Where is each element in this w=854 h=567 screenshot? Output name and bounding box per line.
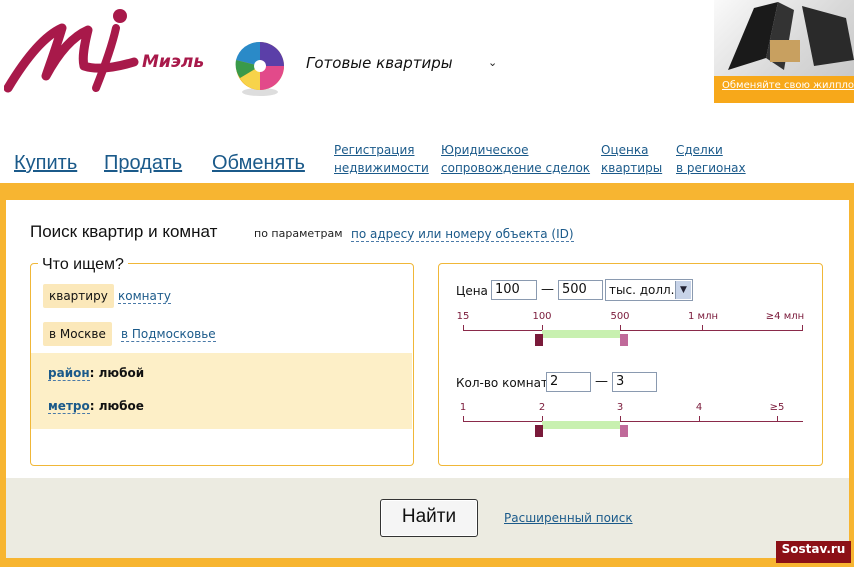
chevron-down-icon[interactable]: ▼	[675, 281, 691, 299]
rooms-tick	[699, 416, 700, 422]
rooms-scale-label: 3	[616, 402, 624, 413]
nav-buy[interactable]: Купить	[14, 152, 77, 175]
price-unit-value: тыс. долл.	[609, 283, 675, 297]
price-scale-label: 15	[456, 311, 470, 322]
watermark-logo: Sostav.ru	[776, 541, 851, 563]
location-option-moscow[interactable]: в Москве	[43, 322, 112, 346]
promo-link[interactable]: Обменяйте свою жилплощадь	[722, 80, 854, 91]
price-from-input[interactable]: 100	[491, 280, 537, 300]
mizel-logo-icon[interactable]	[4, 6, 140, 98]
nav-exchange[interactable]: Обменять	[212, 152, 305, 175]
metro-key[interactable]: метро	[48, 399, 90, 414]
nav-regions-line1: Сделки	[676, 143, 723, 157]
box-illustration-icon	[728, 2, 854, 70]
district-metro-area	[31, 353, 412, 429]
search-mode-params: по параметрам	[254, 227, 343, 240]
price-unit-select[interactable]: тыс. долл. ▼	[605, 279, 693, 301]
price-label: Цена	[456, 284, 488, 298]
promo-banner[interactable]: Обменяйте свою жилплощадь	[714, 0, 854, 103]
search-title: Поиск квартир и комнат	[30, 222, 218, 241]
price-scale-label: 1 млн	[687, 311, 719, 322]
location-option-region[interactable]: в Подмосковье	[121, 327, 216, 342]
metro-filter[interactable]: метро: любое	[48, 399, 144, 414]
nav-regions[interactable]: Сделки в регионах	[676, 141, 746, 177]
price-tick	[802, 325, 803, 331]
rooms-scale-label: 4	[695, 402, 703, 413]
price-scale-label: 500	[610, 311, 630, 322]
nav-valuation-line1: Оценка	[601, 143, 649, 157]
disc-icon	[235, 41, 284, 96]
rooms-slider-track[interactable]	[463, 421, 803, 422]
chevron-down-icon[interactable]: ⌄	[488, 56, 497, 69]
nav-valuation-line2: квартиры	[601, 161, 663, 175]
product-title[interactable]: Готовые квартиры	[306, 54, 453, 72]
price-tick	[620, 325, 621, 331]
price-tick	[702, 325, 703, 331]
price-slider-track[interactable]	[463, 330, 803, 331]
district-key[interactable]: район	[48, 366, 90, 381]
rooms-tick	[620, 416, 621, 422]
type-option-room[interactable]: комнату	[118, 289, 171, 304]
rooms-max-handle[interactable]	[620, 425, 628, 437]
nav-registration[interactable]: Регистрация недвижимости	[334, 141, 429, 177]
rooms-scale-label: ≥5	[769, 402, 785, 413]
rooms-label: Кол-во комнат	[456, 376, 548, 390]
brand-name: Миэль	[142, 52, 205, 72]
rooms-dash: —	[595, 374, 608, 389]
price-tick	[463, 325, 464, 331]
nav-legal-line1: Юридическое	[441, 143, 529, 157]
rooms-scale-label: 2	[538, 402, 546, 413]
price-dash: —	[541, 282, 554, 297]
district-filter[interactable]: район: любой	[48, 366, 145, 381]
price-max-handle[interactable]	[620, 334, 628, 346]
price-scale-label: 100	[532, 311, 552, 322]
rooms-from-input[interactable]: 2	[546, 372, 591, 392]
nav-registration-line2: недвижимости	[334, 161, 429, 175]
search-mode-address-link[interactable]: по адресу или номеру объекта (ID)	[351, 227, 574, 242]
nav-legal-line2: сопровождение сделок	[441, 161, 591, 175]
rooms-tick	[777, 416, 778, 422]
metro-value: : любое	[89, 399, 144, 413]
type-option-apartment[interactable]: квартиру	[43, 284, 114, 308]
price-range-fill	[542, 330, 620, 338]
nav-regions-line2: в регионах	[676, 161, 746, 175]
find-button[interactable]: Найти	[380, 499, 478, 537]
promo-image	[714, 0, 854, 76]
rooms-to-input[interactable]: 3	[612, 372, 657, 392]
nav-legal[interactable]: Юридическое сопровождение сделок	[441, 141, 590, 177]
rooms-scale-label: 1	[459, 402, 467, 413]
district-value: : любой	[89, 366, 145, 380]
price-min-handle[interactable]	[535, 334, 543, 346]
nav-valuation[interactable]: Оценка квартиры	[601, 141, 662, 177]
rooms-min-handle[interactable]	[535, 425, 543, 437]
rooms-tick	[463, 416, 464, 422]
rooms-range-fill	[542, 421, 620, 429]
price-to-input[interactable]: 500	[558, 280, 603, 300]
price-scale-label: ≥4 млн	[765, 311, 805, 322]
nav-registration-line1: Регистрация	[334, 143, 415, 157]
advanced-search-link[interactable]: Расширенный поиск	[504, 511, 633, 525]
nav-sell[interactable]: Продать	[104, 152, 182, 175]
what-legend: Что ищем?	[38, 256, 128, 274]
